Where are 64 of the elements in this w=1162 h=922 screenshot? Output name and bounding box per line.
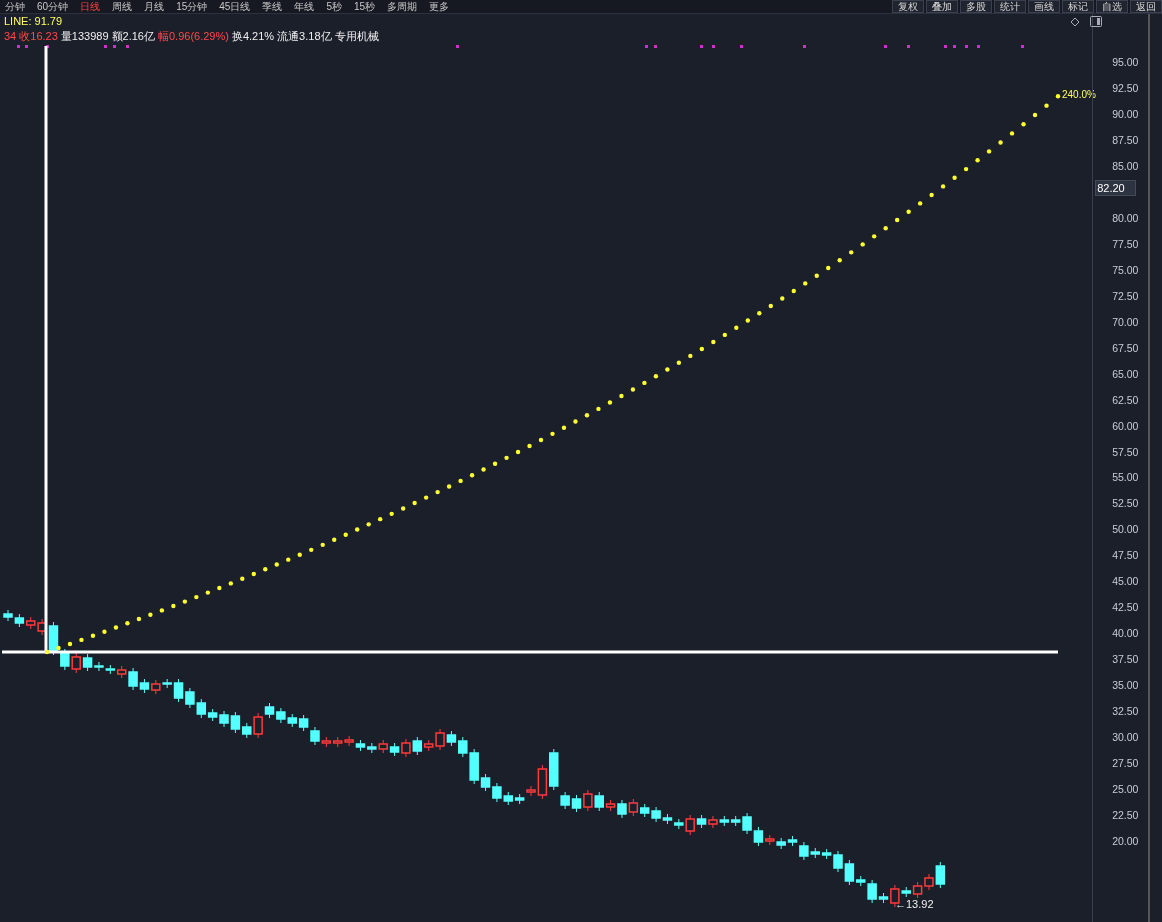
price-tick: 50.00 [1112, 523, 1139, 536]
price-tick: 62.50 [1112, 393, 1139, 406]
quote-field: 换4.21% [231, 29, 275, 44]
indicator-value: LINE: 91.79 [4, 14, 63, 29]
toolbar-button[interactable]: 画线 [1028, 0, 1060, 13]
current-price-label: 82.20 [1095, 180, 1136, 196]
toolbar-button[interactable]: 叠加 [926, 0, 958, 13]
price-tick: 20.00 [1112, 835, 1139, 847]
period-tab[interactable]: 月线 [139, 0, 170, 13]
price-tick: 47.50 [1112, 549, 1139, 562]
quote-field: 专用机械 [334, 29, 379, 44]
quote-field: 量133989 [60, 29, 109, 44]
period-tab[interactable]: 15秒 [348, 0, 381, 13]
price-tick: 72.50 [1112, 289, 1139, 302]
price-tick: 65.00 [1112, 367, 1139, 380]
price-tick: 27.50 [1112, 757, 1139, 770]
price-tick: 25.00 [1112, 783, 1139, 796]
price-tick: 80.00 [1112, 211, 1139, 224]
quote-field: 额2.16亿 [111, 29, 155, 44]
projection-label: 240.0% [1062, 89, 1096, 101]
period-tab[interactable]: 15分钟 [171, 0, 213, 13]
price-tick: 95.00 [1112, 56, 1139, 68]
price-tick: 55.00 [1112, 471, 1139, 484]
price-tick: 85.00 [1112, 159, 1139, 172]
price-tick: 87.50 [1112, 133, 1139, 146]
price-tick: 30.00 [1112, 731, 1139, 744]
period-tab[interactable]: 5秒 [321, 0, 347, 13]
toolbar-button[interactable]: 复权 [892, 0, 924, 13]
period-tab[interactable]: 日线 [75, 0, 106, 13]
panel-toggle-icon[interactable] [1090, 16, 1103, 27]
price-tick: 37.50 [1112, 653, 1139, 666]
price-tick: 77.50 [1112, 237, 1139, 250]
toolbar-button[interactable]: 返回 [1130, 0, 1162, 13]
price-tick: 70.00 [1112, 315, 1139, 328]
price-tick: 57.50 [1112, 445, 1139, 458]
period-tab[interactable]: 多周期 [382, 0, 423, 13]
period-tab[interactable]: 60分钟 [32, 0, 74, 13]
period-tab[interactable]: 分钟 [0, 0, 30, 13]
price-tick: 67.50 [1112, 341, 1139, 354]
quote-field: 幅0.96(6.29%) [157, 29, 229, 44]
toolbar-button[interactable]: 统计 [994, 0, 1026, 13]
price-tick: 90.00 [1112, 107, 1139, 120]
toolbar-button[interactable]: 自选 [1096, 0, 1128, 13]
price-tick: 52.50 [1112, 497, 1139, 510]
toolbar-button[interactable]: 标记 [1062, 0, 1094, 13]
price-tick: 40.00 [1112, 627, 1139, 640]
diamond-icon[interactable] [1070, 17, 1081, 27]
low-price-label: ←13.92 [895, 898, 934, 910]
price-tick: 42.50 [1112, 601, 1139, 614]
quote-field: 流通3.18亿 [277, 29, 332, 44]
price-tick: 60.00 [1112, 419, 1139, 432]
toolbar-button[interactable]: 多股 [960, 0, 992, 13]
price-tick: 32.50 [1112, 705, 1139, 718]
price-tick: 22.50 [1112, 809, 1139, 822]
price-tick: 35.00 [1112, 679, 1139, 692]
price-tick: 92.50 [1112, 81, 1139, 94]
period-tab[interactable]: 45日线 [214, 0, 256, 13]
price-tick: 45.00 [1112, 575, 1139, 588]
period-tab[interactable]: 季线 [257, 0, 288, 13]
period-tab[interactable]: 年线 [289, 0, 320, 13]
price-tick: 75.00 [1112, 263, 1139, 276]
quote-field: 34 收16.23 [4, 29, 58, 44]
period-tab[interactable]: 周线 [107, 0, 138, 13]
period-tab[interactable]: 更多 [424, 0, 455, 13]
